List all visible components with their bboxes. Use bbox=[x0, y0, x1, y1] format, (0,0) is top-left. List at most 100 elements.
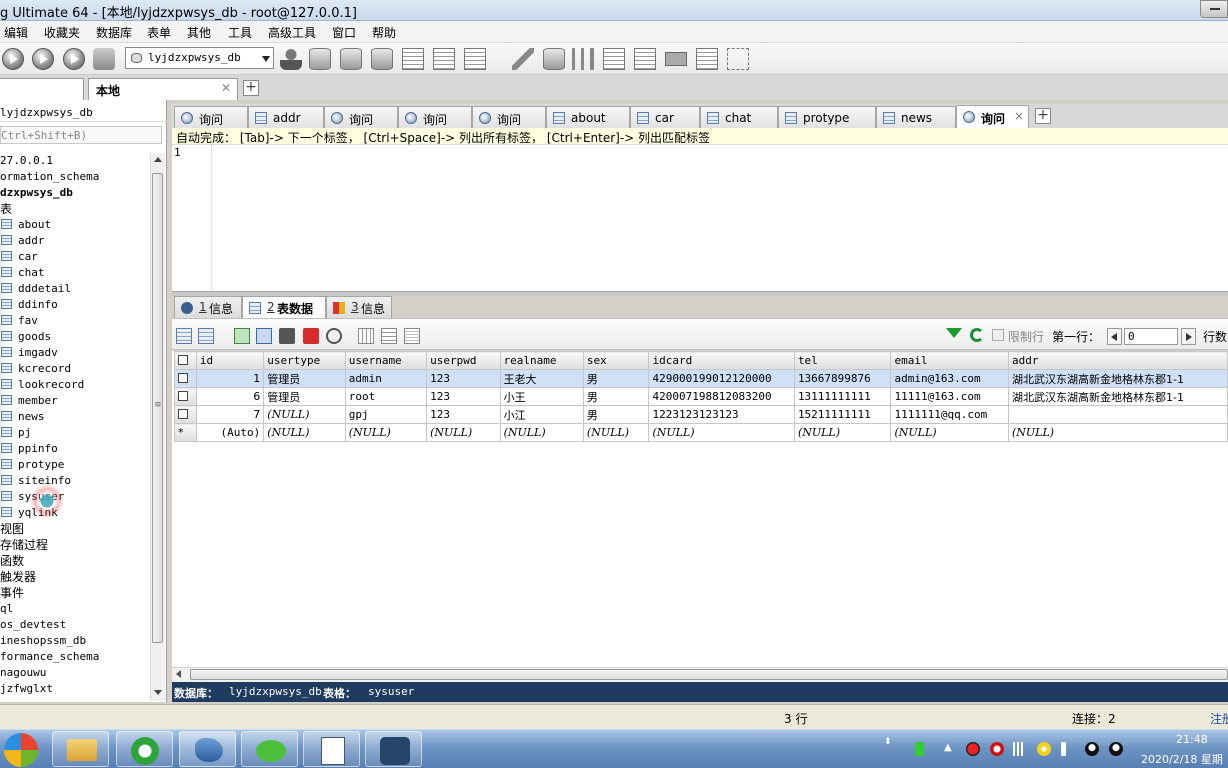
table-cell[interactable]: 管理员 bbox=[263, 369, 346, 388]
menu-window[interactable]: 窗口 bbox=[332, 24, 356, 41]
table-cell[interactable]: (NULL) bbox=[890, 423, 1009, 442]
table-cell[interactable]: 13111111111 bbox=[793, 387, 892, 406]
new-database-icon[interactable] bbox=[309, 48, 331, 70]
table-cell[interactable]: 小王 bbox=[499, 387, 584, 406]
tab-query[interactable]: 询问 bbox=[324, 106, 398, 128]
close-icon[interactable]: ✕ bbox=[221, 81, 231, 95]
export-table-icon[interactable] bbox=[176, 328, 192, 344]
column-header[interactable]: idcard bbox=[648, 351, 795, 370]
table-cell[interactable]: (NULL) bbox=[263, 405, 346, 424]
qq-icon[interactable] bbox=[1085, 742, 1099, 756]
tree-folder-procedures[interactable]: 存储过程 bbox=[0, 537, 48, 553]
tree-item-table[interactable]: ppinfo bbox=[0, 441, 58, 457]
tree-item-table[interactable]: chat bbox=[0, 265, 45, 281]
table-cell[interactable]: 420007198812083200 bbox=[648, 387, 795, 406]
menu-tools[interactable]: 工具 bbox=[228, 24, 252, 41]
tree-folder-tables[interactable]: 表 bbox=[0, 201, 12, 217]
tab-protype[interactable]: protype bbox=[778, 106, 876, 128]
tree-item-table[interactable]: car bbox=[0, 249, 38, 265]
previous-page-button[interactable] bbox=[1107, 328, 1122, 345]
table-cell[interactable]: 123 bbox=[426, 387, 501, 406]
add-icon[interactable] bbox=[1037, 742, 1051, 756]
table-cell[interactable]: 男 bbox=[582, 405, 650, 424]
designer-icon[interactable] bbox=[727, 48, 749, 70]
tree-item-table[interactable]: about bbox=[0, 217, 51, 233]
table-cell[interactable]: (NULL) bbox=[263, 423, 346, 442]
user-manager-icon[interactable] bbox=[280, 48, 302, 70]
table-cell[interactable]: 429000199012120000 bbox=[648, 369, 795, 388]
table-cell[interactable]: 6 bbox=[195, 387, 265, 406]
save-icon[interactable] bbox=[279, 328, 295, 344]
table-cell[interactable]: 王老大 bbox=[499, 369, 584, 388]
table-row-new[interactable]: * (Auto) (NULL) (NULL) (NULL) (NULL) (NU… bbox=[174, 423, 1228, 442]
tree-item-database[interactable]: jzfwglxt bbox=[0, 681, 53, 697]
tab-table-data[interactable]: 2 表数据 bbox=[242, 296, 326, 318]
execute-query-icon[interactable] bbox=[2, 48, 24, 70]
taskbar-app[interactable] bbox=[365, 731, 422, 767]
table-cell[interactable]: 湖北武汉东湖高新金地格林东郡1-1 bbox=[1008, 369, 1228, 388]
create-table-icon[interactable] bbox=[340, 48, 362, 70]
row-checkbox[interactable] bbox=[174, 405, 197, 424]
table-cell[interactable]: 123 bbox=[426, 369, 501, 388]
tree-item-table[interactable]: ddinfo bbox=[0, 297, 58, 313]
tab-addr[interactable]: addr bbox=[248, 106, 324, 128]
table-cell[interactable]: 15211111111 bbox=[793, 405, 892, 424]
tab-info[interactable]: 3 信息 bbox=[326, 296, 392, 318]
connection-tab-previous[interactable] bbox=[0, 78, 84, 100]
table-cell[interactable]: root bbox=[344, 387, 428, 406]
row-checkbox[interactable] bbox=[174, 369, 197, 388]
clock-date[interactable]: 2020/2/18 星期 bbox=[1141, 751, 1223, 767]
limit-rows-checkbox[interactable] bbox=[992, 329, 1004, 341]
column-header[interactable]: tel bbox=[793, 351, 892, 370]
scheduler-icon[interactable] bbox=[634, 48, 656, 70]
refresh-icon[interactable] bbox=[970, 328, 984, 342]
tab-about[interactable]: about bbox=[546, 106, 630, 128]
register-link[interactable]: 注册 bbox=[1210, 710, 1228, 727]
tab-car[interactable]: car bbox=[630, 106, 700, 128]
table-cell[interactable]: (NULL) bbox=[1008, 423, 1228, 442]
tree-item-table[interactable]: member bbox=[0, 393, 58, 409]
close-icon[interactable]: × bbox=[1014, 109, 1024, 123]
table-cell[interactable] bbox=[1008, 405, 1228, 424]
tab-query[interactable]: 询问 bbox=[472, 106, 546, 128]
table-cell[interactable]: (NULL) bbox=[344, 423, 428, 442]
tree-item-database-active[interactable]: dzxpwsys_db bbox=[0, 185, 73, 201]
tree-item-table[interactable]: lookrecord bbox=[0, 377, 84, 393]
compare-icon[interactable] bbox=[572, 48, 594, 70]
tree-item-database[interactable]: ormation_schema bbox=[0, 169, 99, 185]
first-row-input[interactable]: 0 bbox=[1124, 328, 1178, 345]
security-icon[interactable] bbox=[990, 742, 1004, 756]
menu-help[interactable]: 帮助 bbox=[372, 24, 396, 41]
clock-time[interactable]: 21:48 bbox=[1176, 733, 1208, 746]
copy-database-icon[interactable] bbox=[512, 48, 534, 70]
taskbar-wechat[interactable] bbox=[241, 731, 298, 767]
table-cell[interactable]: 男 bbox=[582, 369, 650, 388]
menu-other[interactable]: 其他 bbox=[187, 24, 211, 41]
row-checkbox[interactable] bbox=[174, 387, 197, 406]
format-icon[interactable] bbox=[93, 48, 115, 70]
column-header[interactable]: username bbox=[344, 351, 428, 370]
notification-icon[interactable] bbox=[665, 52, 687, 66]
table-cell[interactable]: (NULL) bbox=[648, 423, 795, 442]
tree-item-table[interactable]: news bbox=[0, 409, 45, 425]
tree-item-table[interactable]: pj bbox=[0, 425, 31, 441]
start-button-icon[interactable] bbox=[4, 733, 38, 767]
column-header[interactable]: sex bbox=[582, 351, 650, 370]
tree-item-table[interactable]: addr bbox=[0, 233, 45, 249]
tree-item-database[interactable]: ineshopssm_db bbox=[0, 633, 86, 649]
table-cell[interactable]: admin bbox=[344, 369, 428, 388]
tree-item-table[interactable]: protype bbox=[0, 457, 64, 473]
tree-folder-events[interactable]: 事件 bbox=[0, 585, 24, 601]
query-builder-icon[interactable] bbox=[696, 48, 718, 70]
table-row[interactable]: 1 管理员 admin 123 王老大 男 429000199012120000… bbox=[174, 369, 1228, 388]
grid-scrollbar-thumb[interactable] bbox=[190, 669, 1228, 680]
menu-favorites[interactable]: 收藏夹 bbox=[44, 24, 80, 41]
chevron-up-icon[interactable]: ▲ bbox=[944, 742, 952, 753]
export-icon[interactable] bbox=[433, 48, 455, 70]
column-header[interactable]: usertype bbox=[263, 351, 346, 370]
scroll-up-icon[interactable] bbox=[154, 157, 162, 162]
table-cell[interactable]: 11111@163.com bbox=[890, 387, 1009, 406]
tree-folder-functions[interactable]: 函数 bbox=[0, 553, 24, 569]
tab-query[interactable]: 询问 bbox=[174, 106, 248, 128]
table-cell[interactable]: 7 bbox=[195, 405, 265, 424]
